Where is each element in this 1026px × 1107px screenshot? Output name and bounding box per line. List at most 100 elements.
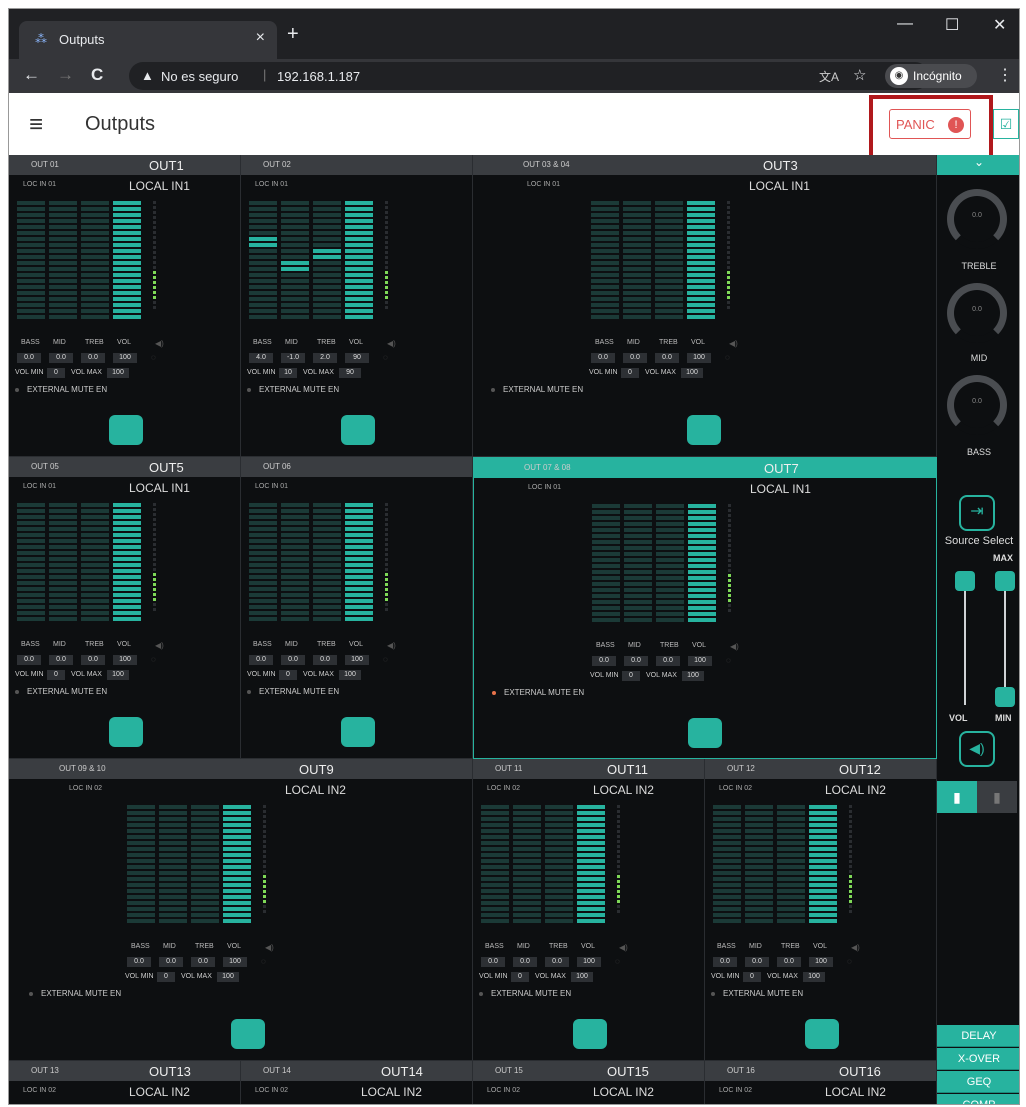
output-header[interactable]: OUT 06OUT6	[241, 457, 646, 477]
bass-value[interactable]: 0.0	[17, 353, 41, 363]
minimize-button[interactable]: —	[897, 15, 913, 33]
treb-value[interactable]: 0.0	[191, 957, 215, 967]
bass-value[interactable]: 0.0	[127, 957, 151, 967]
vol-min-value[interactable]: 0	[622, 671, 640, 681]
vol-max-value[interactable]: 100	[217, 972, 239, 982]
source-row[interactable]: LOC IN 02 LOCAL IN2	[705, 783, 936, 797]
vol-value[interactable]: 100	[113, 655, 137, 665]
max-fader-knob[interactable]	[995, 571, 1015, 591]
vol-max-value[interactable]: 100	[803, 972, 825, 982]
output-panel[interactable]: OUT 01 OUT1 LOC IN 01 LOCAL IN1 BASS MID TREB V…	[9, 155, 241, 457]
source-row[interactable]: LOC IN 01LOCAL IN1	[473, 179, 936, 193]
external-mute-toggle[interactable]: EXTERNAL MUTE EN	[15, 687, 215, 699]
vol-min-value[interactable]: 0	[157, 972, 175, 982]
mute-button[interactable]	[341, 717, 375, 747]
output-panel[interactable]: OUT 09 & 10 OUT9 LOC IN 02 LOCAL IN2 BASS MID…	[9, 759, 473, 1061]
translate-icon[interactable]: 文A	[819, 68, 839, 85]
bass-value[interactable]: 0.0	[17, 655, 41, 665]
source-row[interactable]: LOC IN 02 LOCAL IN2	[473, 1085, 704, 1099]
output-header[interactable]: OUT 12 OUT12	[705, 759, 936, 779]
output-header[interactable]: OUT 05 OUT5	[9, 457, 240, 477]
output-panel[interactable]: OUT 05 OUT5 LOC IN 01 LOCAL IN1 BASS MID TREB V…	[9, 457, 241, 759]
vol-min-value[interactable]: 0	[47, 368, 65, 378]
min-fader-knob[interactable]	[995, 687, 1015, 707]
collapse-button[interactable]: ⌄	[937, 155, 1019, 175]
vol-max-value[interactable]: 100	[682, 671, 704, 681]
reload-button[interactable]: C	[91, 65, 103, 85]
forward-button[interactable]: →	[57, 65, 74, 85]
vol-max-value[interactable]: 100	[107, 670, 129, 680]
mid-knob[interactable]: 0.0	[947, 283, 1007, 343]
treble-knob[interactable]: 0.0	[947, 189, 1007, 249]
output-header[interactable]: OUT 09 & 10 OUT9	[9, 759, 472, 779]
source-row[interactable]: LOC IN 02 LOCAL IN2	[9, 783, 472, 797]
source-row[interactable]: LOC IN 01LOCAL IN1	[474, 482, 936, 496]
external-mute-toggle[interactable]: EXTERNAL MUTE EN	[492, 688, 692, 700]
source-row[interactable]: LOC IN 02 LOCAL IN2	[241, 1085, 472, 1099]
treb-value[interactable]: 0.0	[777, 957, 801, 967]
bass-value[interactable]: 0.0	[591, 353, 615, 363]
mid-value[interactable]: 0.0	[49, 655, 73, 665]
bass-value[interactable]: 0.0	[592, 656, 616, 666]
url-field[interactable]: ▲ No es seguro | 192.168.1.187 文A ☆	[129, 62, 929, 90]
output-header[interactable]: OUT 01 OUT1	[9, 155, 240, 175]
treb-value[interactable]: 0.0	[81, 353, 105, 363]
treb-value[interactable]: 0.0	[656, 656, 680, 666]
external-mute-toggle[interactable]: EXTERNAL MUTE EN	[15, 385, 215, 397]
output-header[interactable]: OUT 03 & 04 OUT3	[473, 155, 936, 175]
paste-icon[interactable]: ▮	[977, 781, 1017, 813]
bookmark-star-icon[interactable]: ☆	[853, 66, 866, 84]
xover-button[interactable]: X-OVER	[937, 1048, 1019, 1070]
delay-button[interactable]: DELAY	[937, 1025, 1019, 1047]
bass-value[interactable]: 0.0	[713, 957, 737, 967]
external-mute-toggle[interactable]: EXTERNAL MUTE EN	[711, 989, 911, 1001]
mute-button[interactable]	[687, 415, 721, 445]
mid-value[interactable]: 0.0	[49, 353, 73, 363]
mute-button[interactable]	[231, 1019, 265, 1049]
mute-button[interactable]	[573, 1019, 607, 1049]
vol-value[interactable]: 100	[577, 957, 601, 967]
external-mute-toggle[interactable]: EXTERNAL MUTE EN	[479, 989, 679, 1001]
panic-button[interactable]: PANIC !	[889, 109, 971, 139]
maximize-button[interactable]: ☐	[945, 15, 959, 35]
mute-button[interactable]	[109, 717, 143, 747]
vol-value[interactable]: 100	[345, 655, 369, 665]
output-panel[interactable]: OUT 12 OUT12 LOC IN 02 LOCAL IN2 BASS MID TREB…	[705, 759, 937, 1061]
vol-min-value[interactable]: 0	[511, 972, 529, 982]
vol-min-value[interactable]: 0	[279, 670, 297, 680]
vol-fader-track[interactable]	[964, 575, 966, 705]
mute-button[interactable]	[688, 718, 722, 748]
tab-close-icon[interactable]: ×	[256, 29, 265, 47]
mid-value[interactable]: 0.0	[623, 353, 647, 363]
vol-value[interactable]: 100	[223, 957, 247, 967]
bass-knob[interactable]: 0.0	[947, 375, 1007, 435]
security-status[interactable]: No es seguro	[161, 69, 238, 84]
mid-value[interactable]: 0.0	[281, 655, 305, 665]
vol-min-value[interactable]: 10	[279, 368, 297, 378]
new-tab-button[interactable]: +	[287, 23, 299, 46]
output-header[interactable]: OUT 15 OUT15	[473, 1061, 704, 1081]
vol-value[interactable]: 100	[113, 353, 137, 363]
external-mute-toggle[interactable]: EXTERNAL MUTE EN	[29, 989, 229, 1001]
output-panel[interactable]: OUT 11 OUT11 LOC IN 02 LOCAL IN2 BASS MID TREB…	[473, 759, 705, 1061]
back-button[interactable]: ←	[23, 65, 40, 85]
copy-icon[interactable]: ▮	[937, 781, 977, 813]
vol-value[interactable]: 100	[809, 957, 833, 967]
close-window-button[interactable]: ✕	[993, 15, 1006, 35]
source-row[interactable]: LOC IN 01LOCAL IN1	[241, 179, 632, 207]
source-row[interactable]: LOC IN 01LOCAL IN1	[241, 481, 632, 509]
geq-button[interactable]: GEQ	[937, 1071, 1019, 1093]
mute-button[interactable]	[109, 415, 143, 445]
vol-value[interactable]: 90	[345, 353, 369, 363]
output-header[interactable]: OUT 14 OUT14	[241, 1061, 472, 1081]
output-panel[interactable]: OUT 14 OUT14 LOC IN 02 LOCAL IN2	[241, 1061, 473, 1104]
browser-tab[interactable]: ⁂ Outputs ×	[19, 21, 277, 59]
output-header[interactable]: OUT 07 & 08 OUT7	[474, 458, 936, 478]
mute-button[interactable]	[805, 1019, 839, 1049]
scrollbar-thumb[interactable]	[1019, 155, 1020, 915]
output-header[interactable]: OUT 13 OUT13	[9, 1061, 240, 1081]
mid-value[interactable]: 0.0	[159, 957, 183, 967]
vol-max-value[interactable]: 100	[571, 972, 593, 982]
bass-value[interactable]: 4.0	[249, 353, 273, 363]
hamburger-menu-icon[interactable]: ≡	[29, 111, 43, 139]
